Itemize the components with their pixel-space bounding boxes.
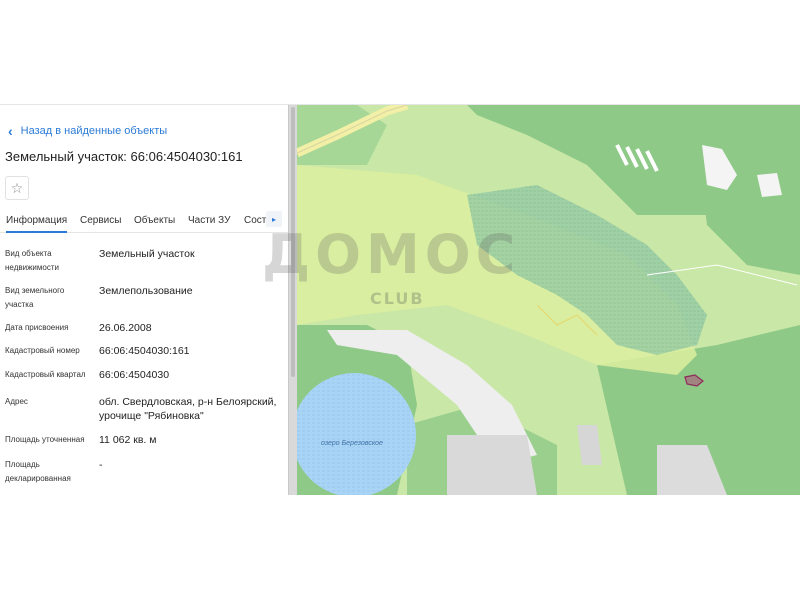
property-value: 26.06.2008 <box>99 322 152 334</box>
back-link-label: Назад в найденные объекты <box>20 125 168 137</box>
map-view[interactable]: озеро Березовское <box>297 105 800 495</box>
property-label: Площадь декларированная <box>5 460 71 483</box>
tab-parts[interactable]: Части ЗУ <box>188 215 230 226</box>
property-label: Площадь уточненная <box>5 435 85 444</box>
panel-scrollbar[interactable] <box>288 105 297 495</box>
tab-objects[interactable]: Объекты <box>134 215 175 226</box>
property-label: Вид объекта недвижимости <box>5 249 59 272</box>
property-value: Землепользование <box>99 285 193 297</box>
property-value: Земельный участок <box>99 248 195 260</box>
app-window: ‹ Назад в найденные объекты Земельный уч… <box>0 104 800 495</box>
star-icon: ☆ <box>10 179 24 196</box>
property-value: 11 062 кв. м <box>99 434 157 446</box>
scrollbar-thumb[interactable] <box>291 107 295 377</box>
property-value: - <box>99 459 103 471</box>
info-panel: ‹ Назад в найденные объекты Земельный уч… <box>0 105 288 495</box>
tabs-scroll-right-button[interactable]: ▸ <box>266 211 282 227</box>
property-label: Адрес <box>5 397 28 406</box>
chevron-left-icon: ‹ <box>8 123 13 139</box>
tab-services[interactable]: Сервисы <box>80 215 121 226</box>
property-value: обл. Свердловская, р-н Белоярский, урочи… <box>99 396 277 422</box>
property-label: Кадастровый номер <box>5 346 80 355</box>
property-label: Дата присвоения <box>5 323 69 332</box>
tab-bar: Информация Сервисы Объекты Части ЗУ Сост… <box>0 207 288 233</box>
chevron-right-icon: ▸ <box>271 214 276 224</box>
property-value: 66:06:4504030:161 <box>99 345 190 357</box>
settlement-area <box>447 435 537 495</box>
favorite-button[interactable]: ☆ <box>5 176 29 200</box>
page-title: Земельный участок: 66:06:4504030:161 <box>5 149 243 164</box>
property-label: Кадастровый квартал <box>5 370 86 379</box>
tab-info[interactable]: Информация <box>6 215 68 233</box>
back-link[interactable]: ‹ Назад в найденные объекты <box>8 123 168 139</box>
lake-label: озеро Березовское <box>321 440 383 447</box>
property-value: 66:06:4504030 <box>99 369 170 381</box>
property-label: Вид земельного участка <box>5 286 65 309</box>
